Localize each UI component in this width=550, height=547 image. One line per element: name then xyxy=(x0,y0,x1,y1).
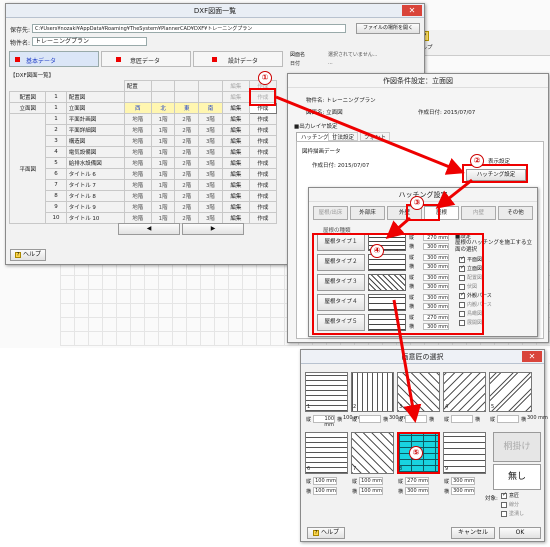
callout-3: ③ xyxy=(410,196,424,210)
arrow-1 xyxy=(275,95,465,175)
arrow-2 xyxy=(435,178,473,209)
arrow-3 xyxy=(385,216,411,239)
arrow-4 xyxy=(392,299,422,423)
callout-1: ① xyxy=(258,71,272,85)
annotation-arrows xyxy=(275,95,473,423)
callout-4: ④ xyxy=(370,244,384,258)
callout-2: ② xyxy=(470,154,484,168)
